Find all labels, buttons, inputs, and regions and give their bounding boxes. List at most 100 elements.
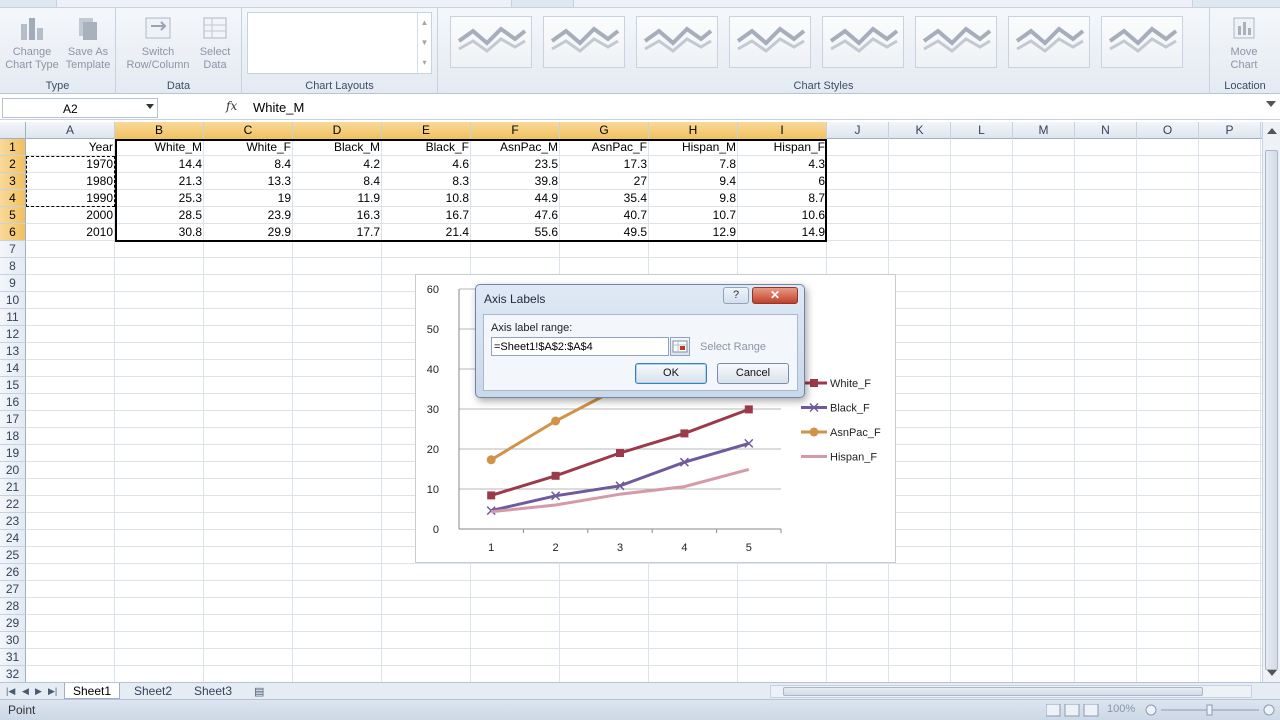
- row-header-29[interactable]: 29: [0, 615, 26, 632]
- scroll-down-icon[interactable]: [1267, 670, 1277, 676]
- insert-sheet-icon[interactable]: ▤: [254, 685, 264, 698]
- chart-style-thumbnail[interactable]: [543, 16, 625, 68]
- page-layout-view-icon[interactable]: [1064, 704, 1080, 717]
- column-header-k[interactable]: K: [889, 122, 951, 139]
- column-header-g[interactable]: G: [560, 122, 649, 139]
- row-header-17[interactable]: 17: [0, 411, 26, 428]
- page-break-view-icon[interactable]: [1083, 704, 1099, 717]
- chart-style-thumbnail[interactable]: [915, 16, 997, 68]
- insert-function-icon[interactable]: fx: [226, 99, 237, 113]
- row-header-11[interactable]: 11: [0, 309, 26, 326]
- sheet-tab-sheet2[interactable]: Sheet2: [126, 683, 180, 700]
- row-header-3[interactable]: 3: [0, 173, 26, 190]
- row-header-13[interactable]: 13: [0, 343, 26, 360]
- column-header-n[interactable]: N: [1075, 122, 1137, 139]
- select-data-button[interactable]: Select Data: [188, 12, 242, 72]
- table-cell[interactable]: 2010: [26, 224, 115, 241]
- normal-view-icon[interactable]: [1046, 704, 1061, 717]
- row-header-24[interactable]: 24: [0, 530, 26, 547]
- row-header-23[interactable]: 23: [0, 513, 26, 530]
- row-header-4[interactable]: 4: [0, 190, 26, 207]
- row-header-22[interactable]: 22: [0, 496, 26, 513]
- zoom-slider-thumb[interactable]: [1206, 704, 1213, 716]
- chart-style-thumbnail[interactable]: [1101, 16, 1183, 68]
- row-header-21[interactable]: 21: [0, 479, 26, 496]
- zoom-level[interactable]: 100%: [1107, 703, 1135, 715]
- sheet-tab-sheet1[interactable]: Sheet1: [64, 683, 121, 700]
- column-header-i[interactable]: I: [738, 122, 827, 139]
- sheet-tab-sheet3[interactable]: Sheet3: [186, 683, 240, 700]
- collapse-dialog-button[interactable]: [670, 337, 690, 356]
- last-sheet-icon[interactable]: ▶|: [48, 686, 57, 697]
- row-header-7[interactable]: 7: [0, 241, 26, 258]
- save-as-template-button[interactable]: Save As Template: [60, 12, 116, 72]
- header-cell[interactable]: Year: [26, 139, 115, 156]
- chart-style-thumbnail[interactable]: [450, 16, 532, 68]
- column-header-m[interactable]: M: [1013, 122, 1075, 139]
- column-header-l[interactable]: L: [951, 122, 1013, 139]
- column-header-p[interactable]: P: [1199, 122, 1261, 139]
- chart-style-thumbnail[interactable]: [822, 16, 904, 68]
- column-header-o[interactable]: O: [1137, 122, 1199, 139]
- column-header-j[interactable]: J: [827, 122, 889, 139]
- row-header-1[interactable]: 1: [0, 139, 26, 156]
- expand-formula-bar-icon[interactable]: [1266, 101, 1276, 107]
- column-header-h[interactable]: H: [649, 122, 738, 139]
- column-header-e[interactable]: E: [382, 122, 471, 139]
- row-header-15[interactable]: 15: [0, 377, 26, 394]
- ribbon-tab[interactable]: [56, 0, 512, 8]
- change-chart-type-button[interactable]: Change Chart Type: [4, 12, 60, 72]
- ok-button[interactable]: OK: [635, 363, 707, 384]
- column-header-f[interactable]: F: [471, 122, 560, 139]
- zoom-slider[interactable]: [1145, 704, 1275, 717]
- row-header-19[interactable]: 19: [0, 445, 26, 462]
- axis-label-range-input[interactable]: [491, 337, 669, 356]
- row-header-6[interactable]: 6: [0, 224, 26, 241]
- first-sheet-icon[interactable]: |◀: [6, 686, 15, 697]
- move-chart-button[interactable]: Move Chart: [1216, 12, 1272, 72]
- ribbon-tab-active[interactable]: [573, 0, 1193, 8]
- scroll-up-icon[interactable]: [1267, 128, 1277, 134]
- column-header-a[interactable]: A: [26, 122, 115, 139]
- row-header-8[interactable]: 8: [0, 258, 26, 275]
- dialog-close-button[interactable]: ✕: [752, 287, 798, 304]
- column-header-c[interactable]: C: [204, 122, 293, 139]
- name-box-dropdown-icon[interactable]: [146, 104, 154, 109]
- row-header-28[interactable]: 28: [0, 598, 26, 615]
- row-header-25[interactable]: 25: [0, 547, 26, 564]
- row-header-26[interactable]: 26: [0, 564, 26, 581]
- row-header-2[interactable]: 2: [0, 156, 26, 173]
- row-header-31[interactable]: 31: [0, 649, 26, 666]
- row-header-30[interactable]: 30: [0, 632, 26, 649]
- formula-input[interactable]: White_M: [253, 100, 304, 115]
- zoom-out-icon[interactable]: [1145, 704, 1157, 716]
- select-all-corner[interactable]: [0, 122, 26, 139]
- chart-layouts-gallery[interactable]: ▲ ▼ ▾: [247, 12, 432, 75]
- horizontal-scroll-thumb[interactable]: [783, 687, 1203, 696]
- row-header-10[interactable]: 10: [0, 292, 26, 309]
- layouts-gallery-scroll[interactable]: ▲ ▼ ▾: [417, 13, 431, 75]
- vertical-scrollbar[interactable]: [1262, 122, 1280, 682]
- name-box[interactable]: A2: [2, 98, 158, 118]
- row-header-5[interactable]: 5: [0, 207, 26, 224]
- row-header-27[interactable]: 27: [0, 581, 26, 598]
- column-header-d[interactable]: D: [293, 122, 382, 139]
- row-header-16[interactable]: 16: [0, 394, 26, 411]
- switch-row-column-button[interactable]: Switch Row/Column: [122, 12, 194, 72]
- row-header-9[interactable]: 9: [0, 275, 26, 292]
- chart-style-thumbnail[interactable]: [1008, 16, 1090, 68]
- row-header-12[interactable]: 12: [0, 326, 26, 343]
- column-header-b[interactable]: B: [115, 122, 204, 139]
- dialog-help-button[interactable]: ?: [723, 287, 749, 304]
- prev-sheet-icon[interactable]: ◀: [22, 686, 29, 697]
- cancel-button[interactable]: Cancel: [717, 363, 789, 384]
- vertical-scroll-thumb[interactable]: [1265, 150, 1278, 670]
- row-header-20[interactable]: 20: [0, 462, 26, 479]
- zoom-in-icon[interactable]: [1263, 704, 1275, 716]
- row-header-14[interactable]: 14: [0, 360, 26, 377]
- row-header-18[interactable]: 18: [0, 428, 26, 445]
- horizontal-scrollbar[interactable]: [770, 685, 1252, 698]
- row-header-32[interactable]: 32: [0, 666, 26, 682]
- chart-style-thumbnail[interactable]: [729, 16, 811, 68]
- chart-style-thumbnail[interactable]: [636, 16, 718, 68]
